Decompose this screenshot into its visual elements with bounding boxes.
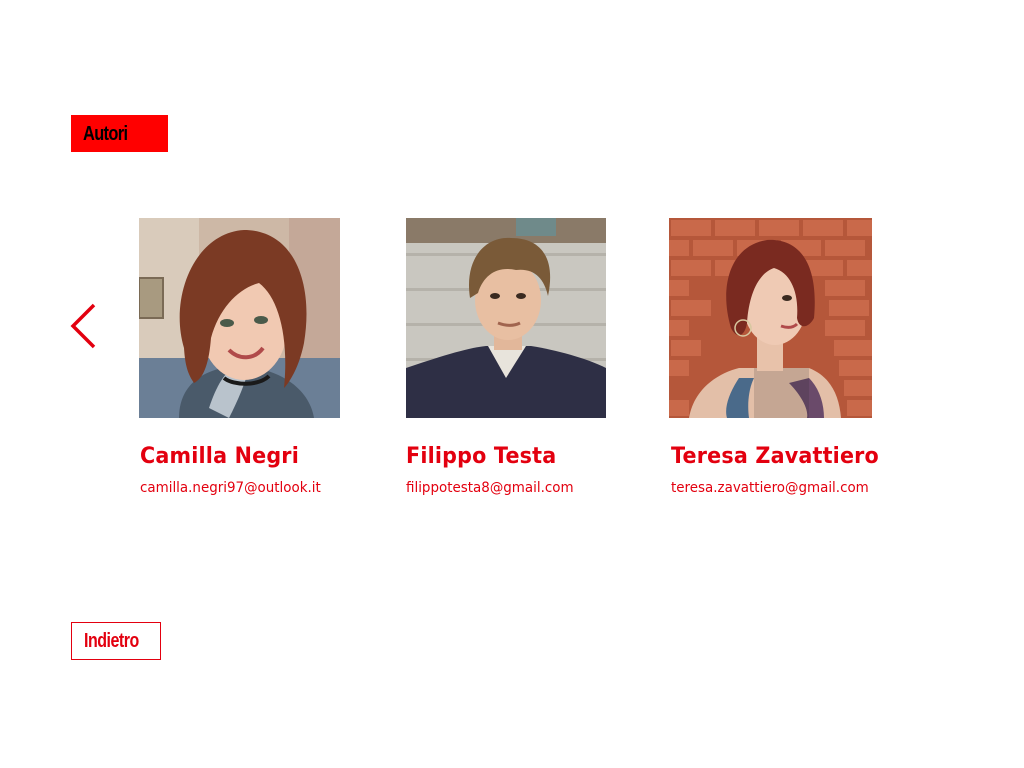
author-card: Teresa Zavattiero teresa.zavattiero@gmai… (669, 218, 879, 496)
author-email-link[interactable]: camilla.negri97@outlook.it (140, 480, 321, 496)
author-card: Filippo Testa filippotesta8@gmail.com (406, 218, 606, 496)
author-photo (139, 218, 340, 418)
author-photo (406, 218, 606, 418)
author-card: Camilla Negri camilla.negri97@outlook.it (139, 218, 340, 496)
author-photo (669, 218, 872, 418)
chevron-left-icon (70, 303, 96, 349)
author-name: Teresa Zavattiero (671, 444, 879, 469)
carousel-prev-button[interactable] (68, 302, 102, 350)
section-title: Autori (83, 122, 128, 145)
author-email-link[interactable]: teresa.zavattiero@gmail.com (671, 480, 869, 496)
back-button[interactable]: Indietro (71, 622, 161, 660)
section-title-tag: Autori (71, 115, 168, 152)
author-name: Camilla Negri (140, 444, 299, 469)
author-name: Filippo Testa (406, 444, 557, 469)
back-button-label: Indietro (84, 629, 139, 652)
author-email-link[interactable]: filippotesta8@gmail.com (406, 480, 574, 496)
